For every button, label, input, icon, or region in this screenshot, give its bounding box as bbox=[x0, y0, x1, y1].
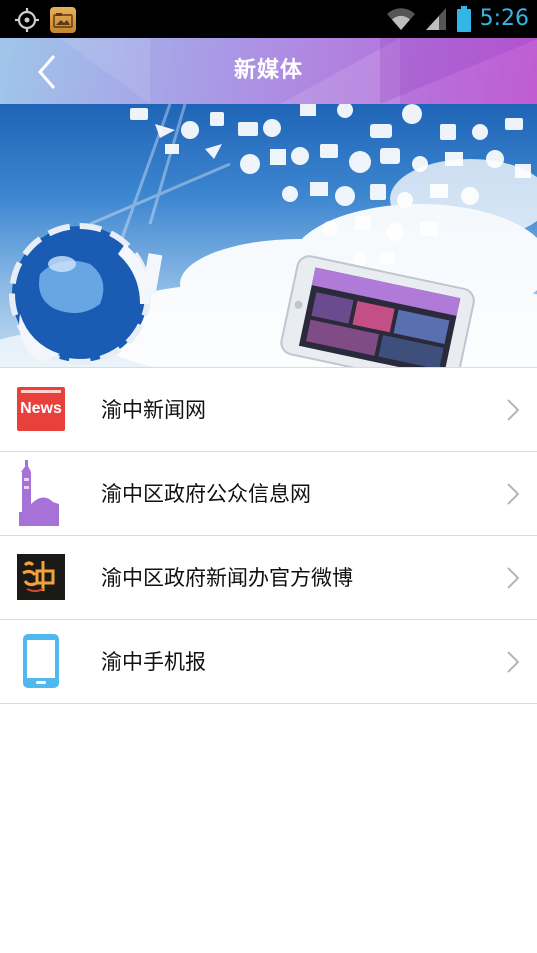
tower-icon bbox=[16, 460, 66, 526]
list-item-mobile-paper[interactable]: 渝中手机报 bbox=[0, 620, 537, 704]
title-bar: 新媒体 bbox=[0, 38, 537, 104]
list-item-yuzhong-news[interactable]: News 渝中新闻网 bbox=[0, 368, 537, 452]
list-item-label: 渝中新闻网 bbox=[101, 398, 206, 422]
menu-list: News 渝中新闻网 渝中区政府公众信息网 渝中区政府新闻办官方微博 渝中手机报 bbox=[0, 367, 537, 704]
back-button[interactable] bbox=[30, 52, 70, 92]
banner-image bbox=[0, 104, 537, 367]
mobile-phone-icon bbox=[16, 634, 66, 688]
status-bar: 5:26 bbox=[0, 0, 537, 38]
chevron-right-icon bbox=[507, 483, 520, 505]
list-item-gov-info[interactable]: 渝中区政府公众信息网 bbox=[0, 452, 537, 536]
battery-icon bbox=[456, 6, 471, 32]
status-clock: 5:26 bbox=[479, 6, 529, 31]
signal-icon bbox=[425, 8, 446, 30]
list-item-label: 渝中手机报 bbox=[101, 650, 206, 674]
list-item-gov-weibo[interactable]: 渝中区政府新闻办官方微博 bbox=[0, 536, 537, 620]
page-title: 新媒体 bbox=[233, 58, 303, 83]
list-item-label: 渝中区政府公众信息网 bbox=[101, 482, 311, 506]
news-icon: News bbox=[16, 384, 66, 434]
weibo-logo-icon bbox=[16, 552, 66, 602]
wifi-icon bbox=[386, 8, 415, 30]
chevron-right-icon bbox=[507, 567, 520, 589]
chevron-right-icon bbox=[507, 399, 520, 421]
photo-notification-icon bbox=[50, 7, 76, 33]
gps-icon bbox=[14, 7, 40, 33]
list-item-label: 渝中区政府新闻办官方微博 bbox=[101, 566, 353, 590]
back-arrow-icon bbox=[38, 55, 56, 89]
chevron-right-icon bbox=[507, 651, 520, 673]
